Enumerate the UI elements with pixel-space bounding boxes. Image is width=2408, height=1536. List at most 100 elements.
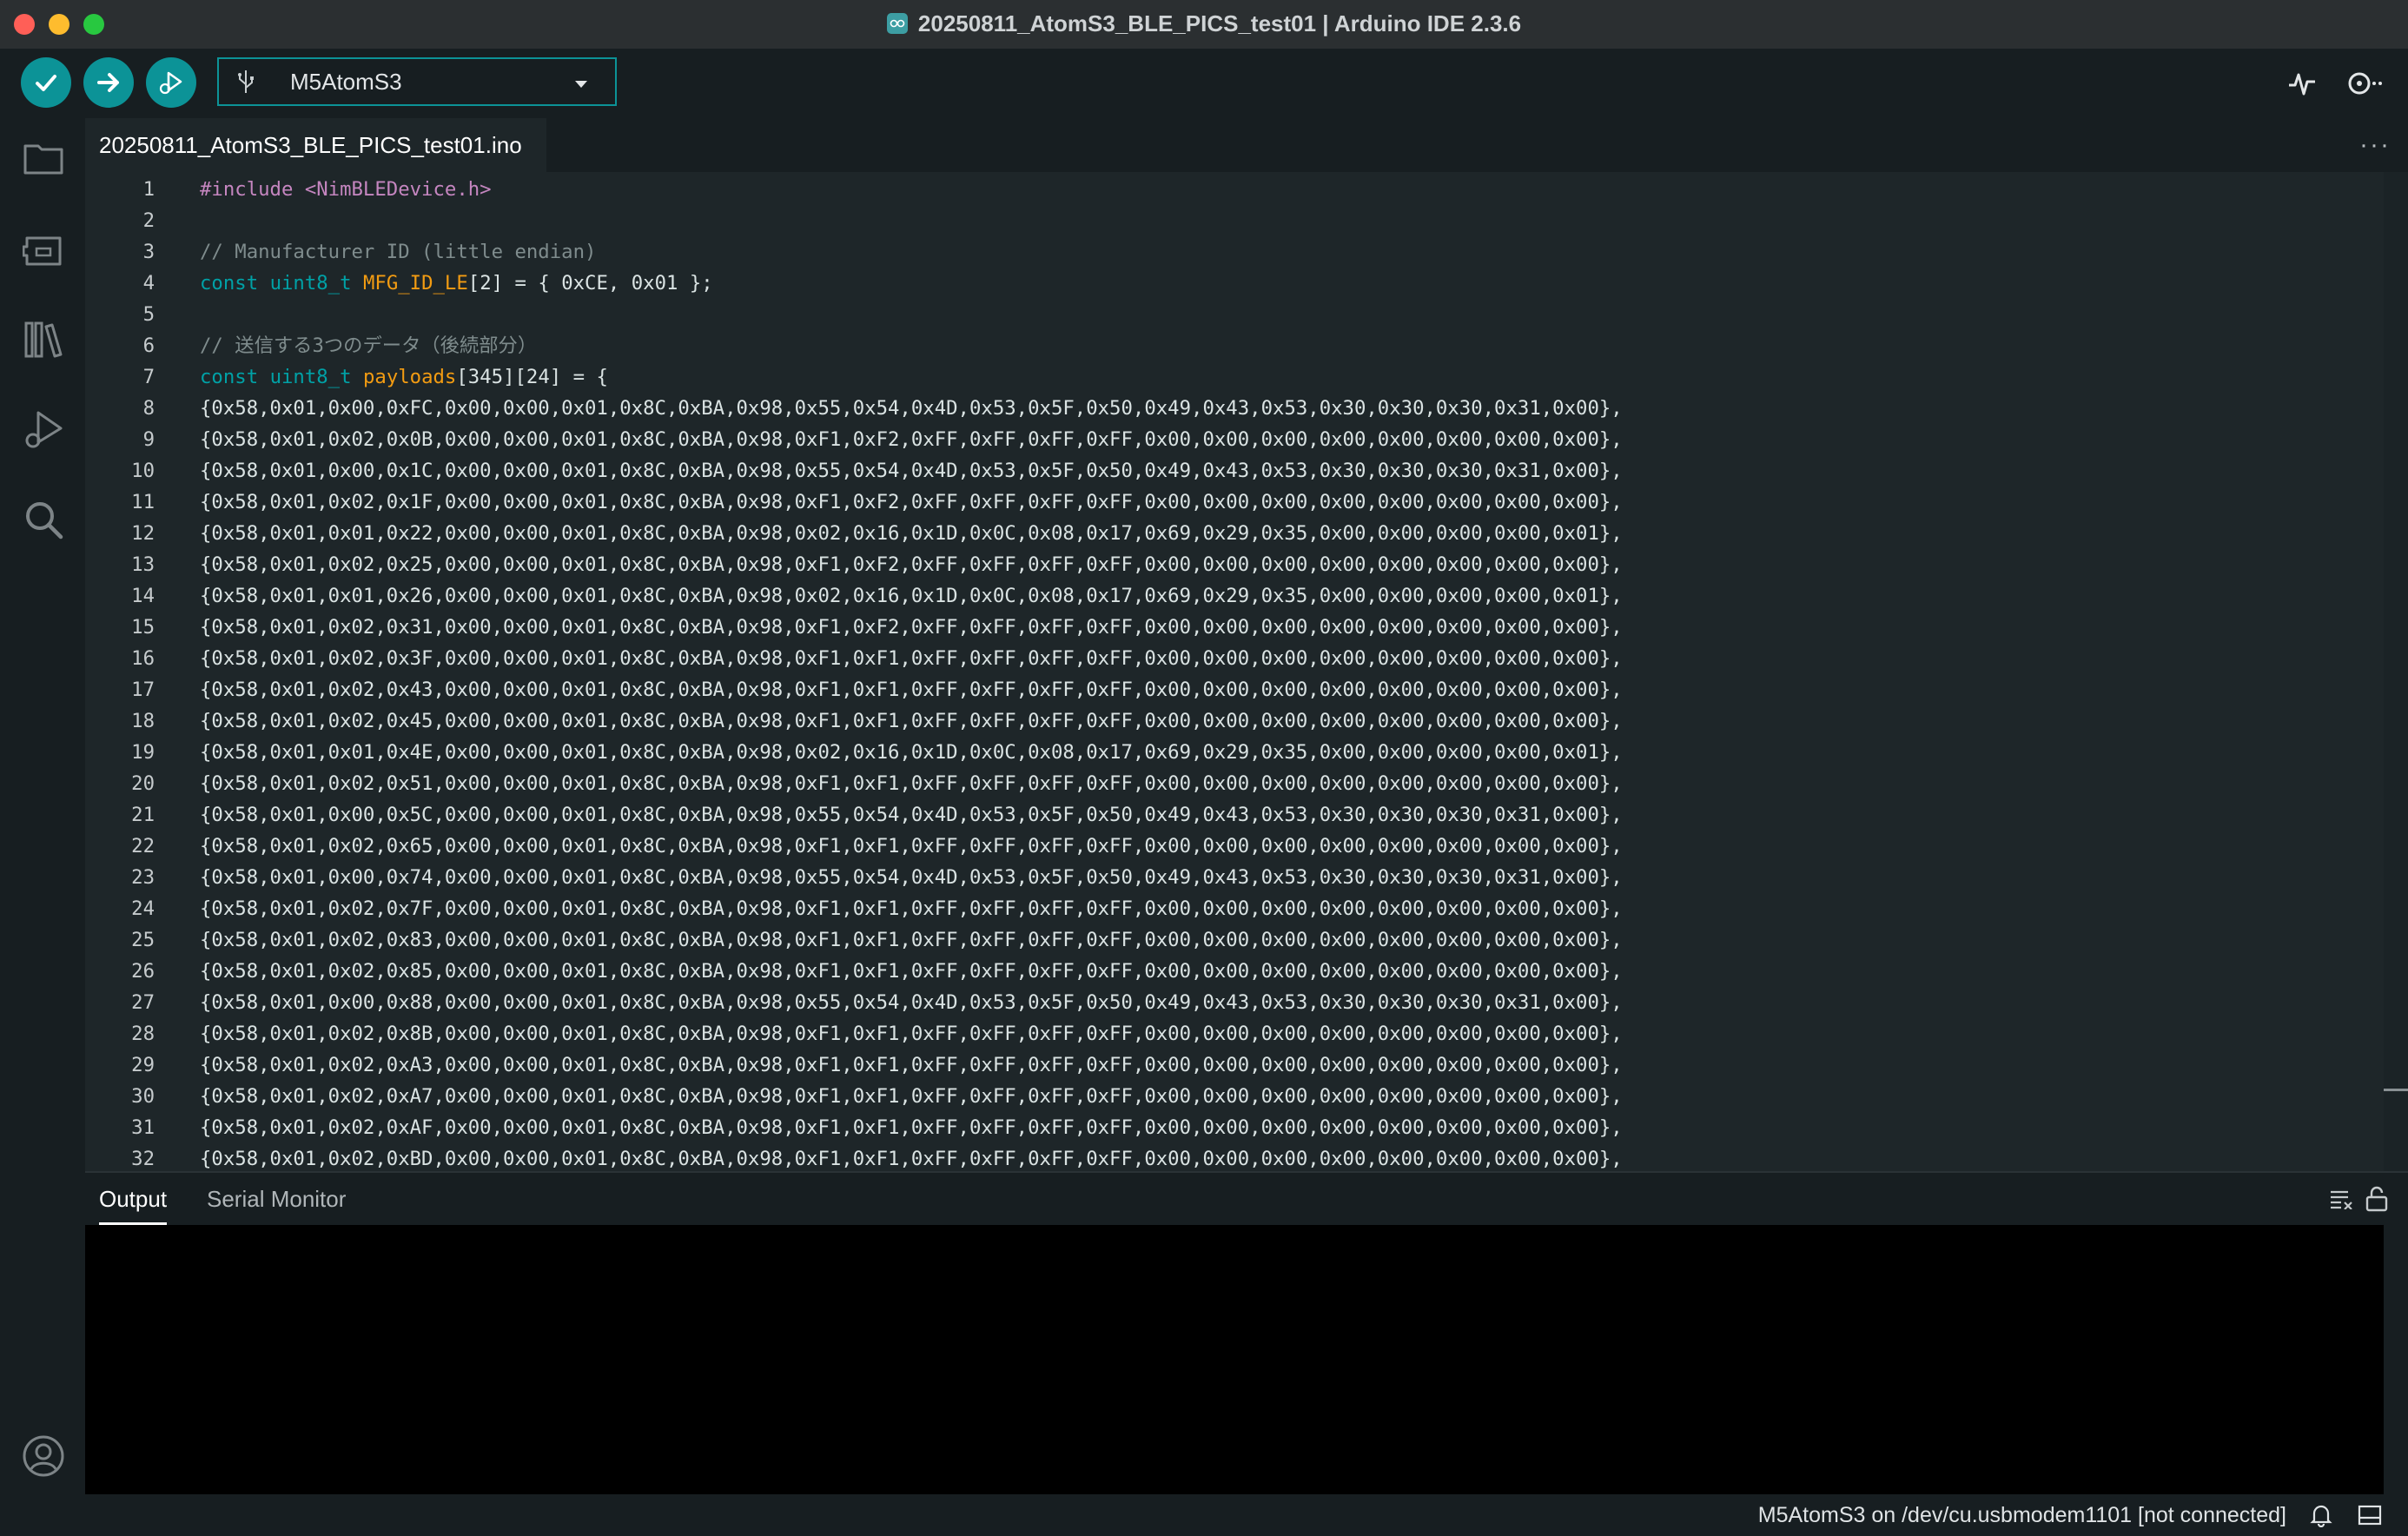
scrollbar-position-marker: [2384, 1089, 2408, 1091]
line-number: 7: [142, 366, 155, 388]
code-line: const uint8_t payloads[345][24] = {: [200, 366, 608, 388]
serial-monitor-button[interactable]: [2345, 64, 2384, 103]
code-line: {0x58,0x01,0x01,0x22,0x00,0x00,0x01,0x8C…: [200, 522, 1623, 545]
code-line: // Manufacturer ID (little endian): [200, 241, 597, 263]
library-icon: [24, 321, 63, 358]
sidebar-item-library-manager[interactable]: [19, 314, 68, 363]
clear-output-icon: [2331, 1190, 2352, 1209]
code-line: {0x58,0x01,0x02,0x43,0x00,0x00,0x01,0x8C…: [200, 679, 1623, 701]
line-number: 24: [131, 897, 155, 920]
line-number: 25: [131, 929, 155, 951]
arduino-logo-icon: [886, 13, 908, 34]
line-number: 31: [131, 1116, 155, 1139]
code-line: {0x58,0x01,0x02,0x3F,0x00,0x00,0x01,0x8C…: [200, 647, 1623, 670]
sidebar-item-search[interactable]: [19, 495, 68, 544]
account-icon: [23, 1435, 64, 1477]
line-number: 19: [131, 741, 155, 764]
debug-icon: [25, 411, 63, 448]
serial-plotter-button[interactable]: [2283, 64, 2321, 103]
window-title: 20250811_AtomS3_BLE_PICS_test01 | Arduin…: [917, 10, 1522, 36]
connection-status[interactable]: M5AtomS3 on /dev/cu.usbmodem1101 [not co…: [1758, 1503, 2286, 1528]
code-line: {0x58,0x01,0x02,0x7F,0x00,0x00,0x01,0x8C…: [200, 897, 1623, 920]
tab-output[interactable]: Output: [99, 1173, 168, 1225]
code-line: {0x58,0x01,0x02,0xAF,0x00,0x00,0x01,0x8C…: [200, 1116, 1623, 1139]
line-number: 6: [142, 334, 155, 357]
board-selector[interactable]: M5AtomS3: [217, 57, 617, 106]
editor-scrollbar[interactable]: [2384, 172, 2408, 1171]
code-line: {0x58,0x01,0x02,0x45,0x00,0x00,0x01,0x8C…: [200, 710, 1623, 732]
account-button[interactable]: [19, 1432, 68, 1480]
tab-sketch-file[interactable]: 20250811_AtomS3_BLE_PICS_test01.ino: [85, 118, 546, 172]
line-number: 30: [131, 1085, 155, 1108]
code-line: {0x58,0x01,0x02,0x8B,0x00,0x00,0x01,0x8C…: [200, 1023, 1623, 1045]
line-number: 13: [131, 553, 155, 576]
window-title-bar: 20250811_AtomS3_BLE_PICS_test01 | Arduin…: [0, 0, 2408, 50]
output-console[interactable]: [85, 1225, 2384, 1494]
toggle-panel-icon[interactable]: [2356, 1501, 2384, 1529]
clear-output-button[interactable]: [2326, 1183, 2358, 1215]
tab-label: 20250811_AtomS3_BLE_PICS_test01.ino: [99, 131, 522, 158]
bottom-panel-tabs: Output Serial Monitor: [85, 1171, 2408, 1227]
line-number: 29: [131, 1054, 155, 1076]
debug-play-icon: [159, 71, 182, 95]
code-line: {0x58,0x01,0x02,0x1F,0x00,0x00,0x01,0x8C…: [200, 491, 1623, 513]
code-editor[interactable]: 1 #include <NimBLEDevice.h> 2 3// Manufactu…: [85, 172, 2384, 1171]
scroll-lock-button[interactable]: [2361, 1183, 2392, 1215]
line-number: 1: [142, 178, 155, 201]
code-line: {0x58,0x01,0x02,0xA7,0x00,0x00,0x01,0x8C…: [200, 1085, 1623, 1108]
line-number: 27: [131, 991, 155, 1014]
line-number: 26: [131, 960, 155, 983]
check-icon: [36, 75, 56, 91]
line-number: 2: [142, 209, 155, 232]
line-number: 11: [131, 491, 155, 513]
code-line: {0x58,0x01,0x02,0x51,0x00,0x00,0x01,0x8C…: [200, 772, 1623, 795]
line-number: 28: [131, 1023, 155, 1045]
sidebar-item-boards-manager[interactable]: [19, 224, 68, 273]
editor-tab-bar: 20250811_AtomS3_BLE_PICS_test01.ino ···: [85, 118, 2408, 172]
sidebar-item-debug[interactable]: [19, 405, 68, 454]
search-icon: [26, 502, 63, 540]
lock-open-icon: [2365, 1186, 2388, 1212]
verify-button[interactable]: [21, 57, 71, 108]
line-number: 21: [131, 804, 155, 826]
code-line: {0x58,0x01,0x00,0x74,0x00,0x00,0x01,0x8C…: [200, 866, 1623, 889]
code-line: #include <NimBLEDevice.h>: [200, 178, 492, 201]
line-number: 17: [131, 679, 155, 701]
debug-button[interactable]: [146, 57, 196, 108]
line-number: 8: [142, 397, 155, 420]
line-number: 4: [142, 272, 155, 295]
status-bar: M5AtomS3 on /dev/cu.usbmodem1101 [not co…: [0, 1494, 2408, 1536]
code-line: // 送信する3つのデータ（後続部分）: [200, 334, 538, 357]
line-number: 14: [131, 585, 155, 607]
upload-button[interactable]: [83, 57, 134, 108]
line-number: 5: [142, 303, 155, 326]
line-number: 22: [131, 835, 155, 857]
more-options-icon[interactable]: ···: [2359, 130, 2391, 160]
code-line: {0x58,0x01,0x01,0x4E,0x00,0x00,0x01,0x8C…: [200, 741, 1623, 764]
line-number: 12: [131, 522, 155, 545]
code-line: {0x58,0x01,0x02,0xBD,0x00,0x00,0x01,0x8C…: [200, 1148, 1623, 1170]
line-number: 23: [131, 866, 155, 889]
arrow-right-icon: [97, 73, 119, 92]
sidebar-item-sketchbook[interactable]: [19, 134, 68, 182]
serial-plotter-icon: [2289, 73, 2315, 96]
tab-serial-monitor[interactable]: Serial Monitor: [207, 1173, 346, 1225]
code-line: {0x58,0x01,0x02,0xA3,0x00,0x00,0x01,0x8C…: [200, 1054, 1623, 1076]
code-line: {0x58,0x01,0x00,0x5C,0x00,0x00,0x01,0x8C…: [200, 804, 1623, 826]
code-line: {0x58,0x01,0x02,0x85,0x00,0x00,0x01,0x8C…: [200, 960, 1623, 983]
bell-icon[interactable]: [2307, 1501, 2335, 1529]
board-name: M5AtomS3: [290, 68, 402, 95]
line-number: 3: [142, 241, 155, 263]
line-number: 10: [131, 460, 155, 482]
line-number: 32: [131, 1148, 155, 1170]
code-line: {0x58,0x01,0x02,0x65,0x00,0x00,0x01,0x8C…: [200, 835, 1623, 857]
line-number: 9: [142, 428, 155, 451]
line-number: 15: [131, 616, 155, 639]
usb-icon: [236, 69, 271, 95]
code-line: {0x58,0x01,0x02,0x0B,0x00,0x00,0x01,0x8C…: [200, 428, 1623, 451]
sidebar: [0, 118, 85, 1508]
board-icon: [23, 236, 62, 266]
serial-monitor-icon: [2348, 72, 2382, 95]
line-number: 18: [131, 710, 155, 732]
code-line: {0x58,0x01,0x00,0x1C,0x00,0x00,0x01,0x8C…: [200, 460, 1623, 482]
